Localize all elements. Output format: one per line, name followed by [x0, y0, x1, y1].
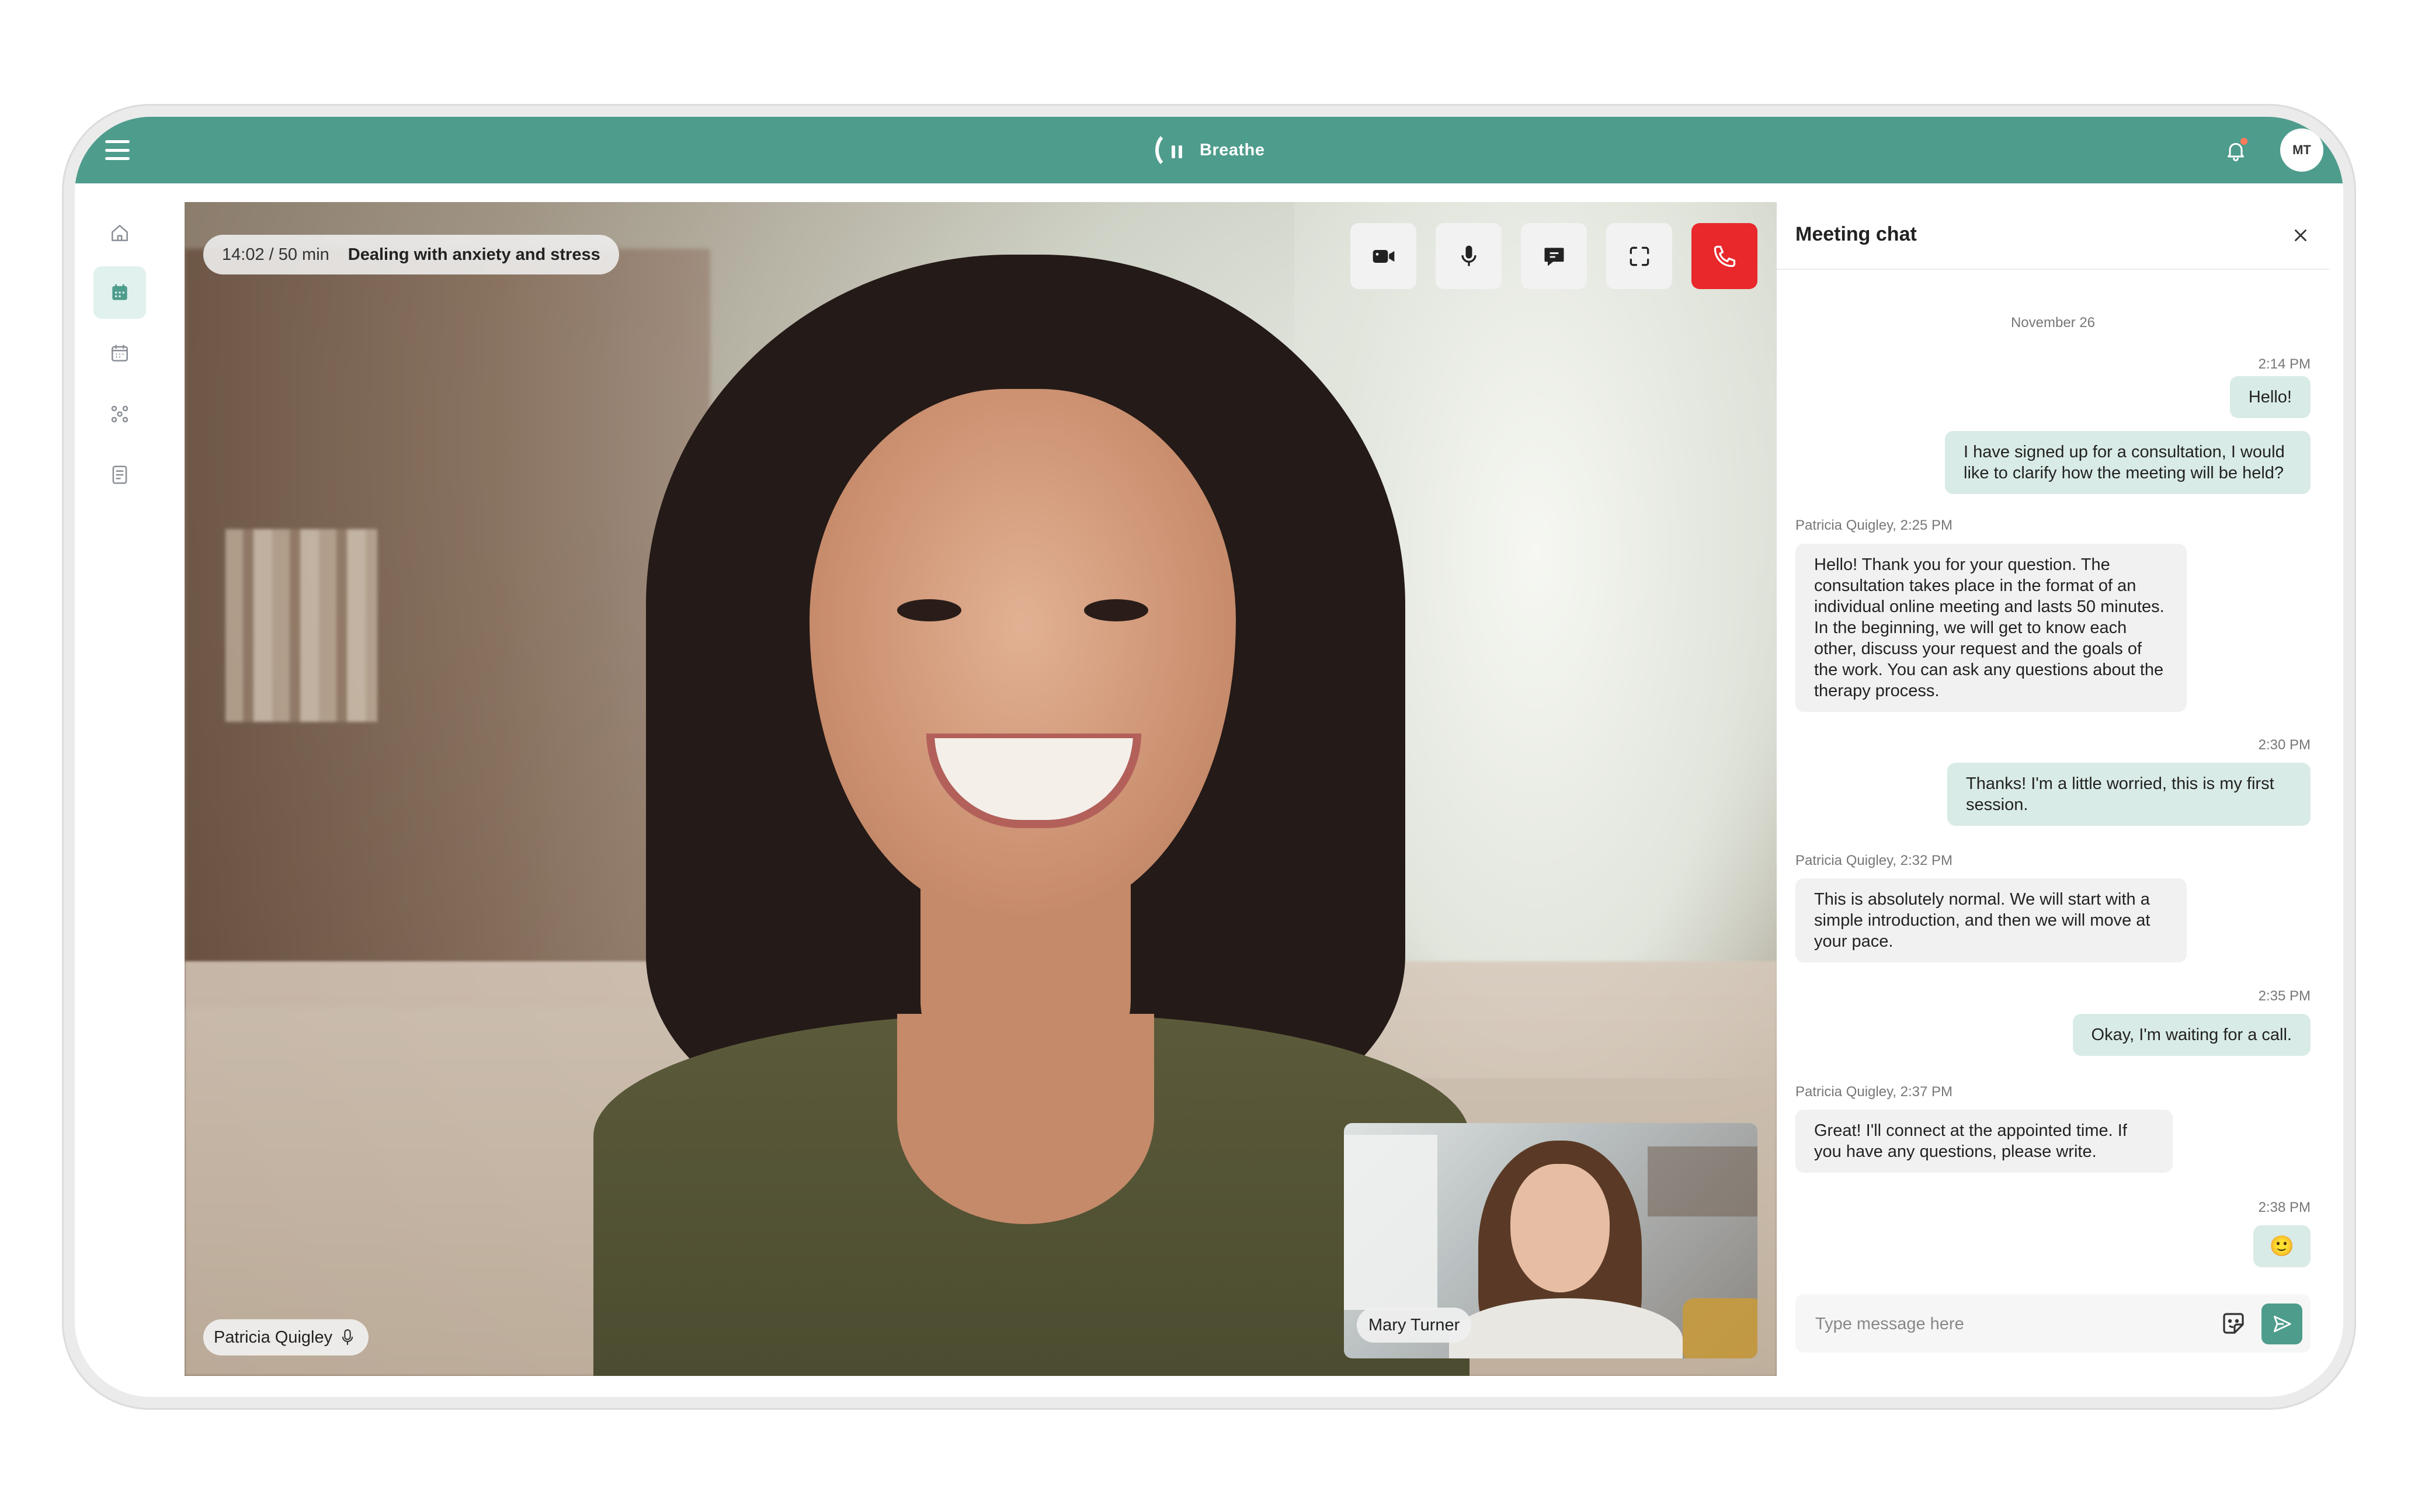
notes-icon	[112, 465, 127, 484]
message-outgoing: Hello!	[2229, 376, 2311, 418]
sidebar-item-specialists[interactable]	[93, 388, 146, 440]
eye-right	[1084, 599, 1148, 621]
chat-bubble-icon	[1544, 247, 1564, 266]
notification-dot	[2240, 138, 2247, 145]
pip-participant-name: Mary Turner	[1357, 1308, 1472, 1343]
sidebar-item-notes[interactable]	[93, 449, 146, 501]
send-button[interactable]	[2261, 1304, 2302, 1344]
eye-left	[897, 599, 961, 621]
microphone-icon	[1461, 245, 1476, 266]
session-time: 14:02 / 50 min	[222, 245, 329, 264]
smile	[926, 734, 1141, 828]
microphone-icon	[342, 1329, 353, 1345]
message-meta: Patricia Quigley, 2:37 PM	[1795, 1084, 1953, 1100]
tablet-frame: Breathe MT 14:02 / 50 min Dealing with a…	[62, 104, 2356, 1410]
pip-pillow	[1683, 1298, 1757, 1358]
fullscreen-button[interactable]	[1606, 223, 1672, 289]
main-participant-name-tag: Patricia Quigley	[203, 1319, 369, 1355]
chat-title: Meeting chat	[1795, 223, 1917, 245]
message-incoming: This is absolutely normal. We will start…	[1795, 878, 2187, 962]
home-icon	[112, 225, 128, 241]
chat-date-separator: November 26	[2010, 315, 2096, 331]
send-icon	[2273, 1315, 2291, 1333]
video-participant-patricia	[593, 255, 1469, 1376]
close-icon[interactable]	[2291, 225, 2311, 245]
calendar-icon	[112, 345, 128, 362]
user-avatar[interactable]: MT	[2280, 128, 2323, 172]
brand-logo: Breathe	[1155, 130, 1265, 171]
brand-name: Breathe	[1200, 140, 1265, 159]
calendar-check-icon	[112, 284, 127, 300]
message-outgoing: Thanks! I'm a little worried, this is my…	[1947, 763, 2311, 826]
message-meta: 2:14 PM	[2258, 356, 2311, 372]
chat-toggle-button[interactable]	[1521, 223, 1587, 289]
session-topic: Dealing with anxiety and stress	[348, 245, 600, 264]
self-view-video[interactable]: Mary Turner	[1344, 1123, 1757, 1358]
top-bar: Breathe MT	[75, 117, 2343, 183]
message-meta: 2:35 PM	[2258, 988, 2311, 1004]
video-camera-icon	[1373, 249, 1394, 263]
message-meta: 2:38 PM	[2258, 1200, 2311, 1215]
microphone-button[interactable]	[1436, 223, 1502, 289]
background-books	[225, 529, 377, 722]
message-outgoing: Okay, I'm waiting for a call.	[2072, 1014, 2311, 1056]
face	[810, 389, 1236, 915]
pip-background-shelf	[1648, 1146, 1757, 1216]
call-controls	[1350, 223, 1757, 289]
chest	[897, 1014, 1154, 1224]
main-video: 14:02 / 50 min Dealing with anxiety and …	[185, 202, 1777, 1376]
group-icon	[111, 405, 128, 423]
message-incoming: Great! I'll connect at the appointed tim…	[1795, 1110, 2173, 1173]
message-outgoing: I have signed up for a consultation, I w…	[1945, 431, 2311, 494]
message-composer	[1795, 1294, 2311, 1353]
sidebar-item-calendar[interactable]	[93, 327, 146, 380]
message-input[interactable]	[1814, 1309, 2190, 1339]
camera-button[interactable]	[1350, 223, 1416, 289]
phone-icon	[1714, 245, 1735, 267]
fullscreen-icon	[1630, 246, 1649, 266]
breathe-logo-icon	[1155, 131, 1189, 169]
main-participant-name: Patricia Quigley	[214, 1327, 333, 1347]
message-meta: Patricia Quigley, 2:25 PM	[1795, 517, 1953, 533]
app-screen: Breathe MT 14:02 / 50 min Dealing with a…	[75, 117, 2343, 1397]
meeting-chat-panel: Meeting chat November 26 2:14 PM Hello! …	[1777, 202, 2329, 1376]
pip-background-window	[1344, 1135, 1437, 1310]
sidebar-nav	[75, 183, 168, 1397]
chat-header: Meeting chat	[1777, 202, 2329, 270]
message-outgoing-emoji: 🙂	[2253, 1225, 2311, 1267]
sidebar-item-sessions[interactable]	[93, 266, 146, 319]
end-call-button[interactable]	[1691, 223, 1757, 289]
sticker-icon[interactable]	[2219, 1309, 2247, 1337]
hamburger-icon[interactable]	[105, 137, 130, 164]
message-meta: Patricia Quigley, 2:32 PM	[1795, 853, 1953, 868]
sidebar-item-home[interactable]	[93, 207, 146, 259]
pip-face	[1510, 1164, 1610, 1292]
message-incoming: Hello! Thank you for your question. The …	[1795, 544, 2187, 712]
session-info: 14:02 / 50 min Dealing with anxiety and …	[203, 235, 619, 274]
message-meta: 2:30 PM	[2258, 737, 2311, 753]
